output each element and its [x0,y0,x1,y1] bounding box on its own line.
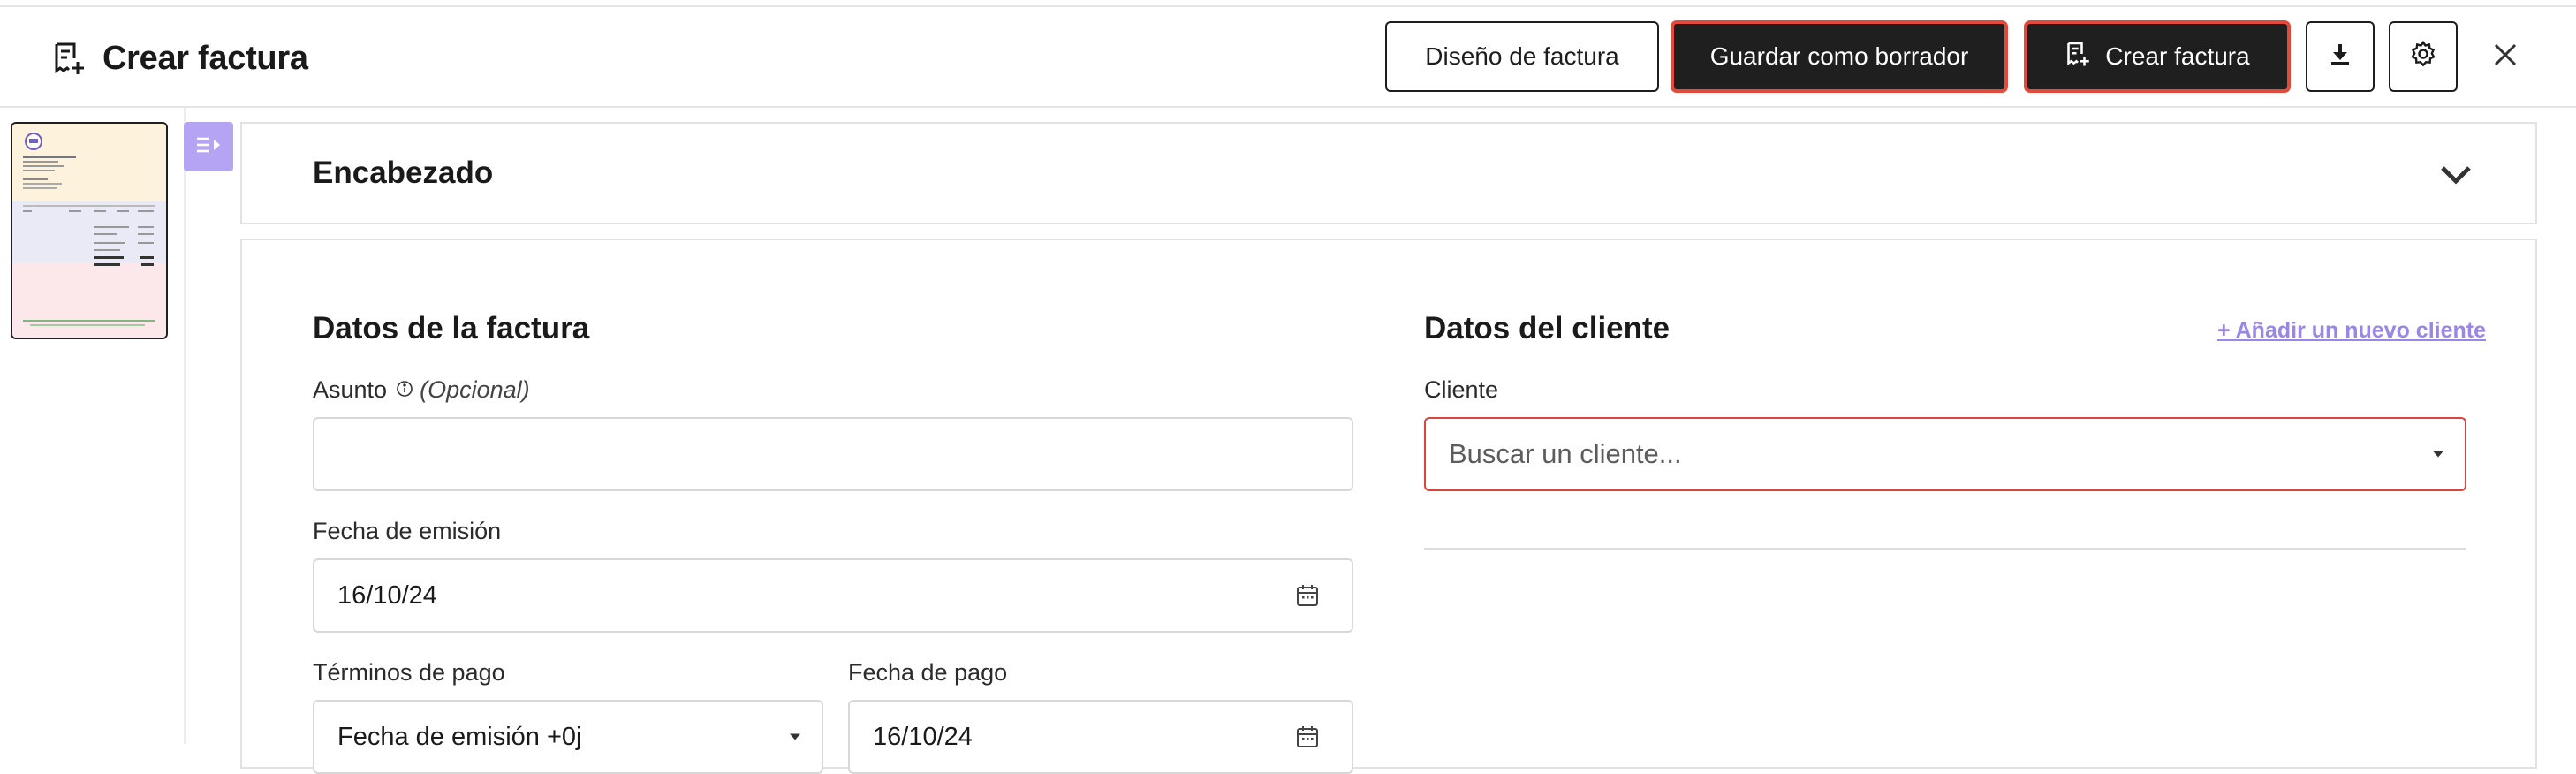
issue-date-label: Fecha de emisión [313,518,502,544]
payment-terms-select[interactable]: Fecha de emisión +0j [313,700,823,774]
client-section-divider [1424,548,2466,550]
app-header: Crear factura Diseño de factura Guardar … [0,9,2576,108]
download-icon [2328,42,2352,72]
payment-date-value: 16/10/24 [873,722,973,751]
sidebar-divider [184,108,186,744]
invoice-preview-graphic [12,124,166,338]
dropdown-caret-icon [790,733,800,740]
invoice-add-icon [51,41,87,76]
subject-input[interactable] [313,417,1353,491]
payment-terms-value: Fecha de emisión +0j [337,722,582,751]
close-icon [2493,42,2518,72]
subject-label: Asunto (Opcional) [313,376,530,404]
collapse-panel-icon [194,134,223,160]
payment-date-label: Fecha de pago [848,659,1008,686]
issue-date-input[interactable]: 16/10/24 [313,558,1353,633]
preview-sidebar [0,108,184,744]
invoice-design-label: Diseño de factura [1425,42,1619,70]
title-group: Crear factura [51,35,308,81]
header-section-title: Encabezado [313,156,494,190]
payment-date-input[interactable]: 16/10/24 [848,700,1353,774]
dropdown-caret-icon [2433,451,2443,458]
invoice-preview-thumbnail[interactable] [11,122,168,339]
chevron-down-icon[interactable] [2438,157,2474,197]
gear-icon [2409,40,2437,74]
settings-button[interactable] [2389,21,2458,92]
calendar-icon[interactable] [1295,725,1320,749]
invoice-design-button[interactable]: Diseño de factura [1385,21,1659,92]
create-invoice-button[interactable]: Crear factura [2025,21,2290,92]
client-label: Cliente [1424,376,1499,403]
add-new-client-link[interactable]: + Añadir un nuevo cliente [2217,318,2486,344]
payment-terms-label: Términos de pago [313,659,505,686]
client-search-placeholder: Buscar un cliente... [1449,438,1682,469]
issue-date-value: 16/10/24 [337,580,437,610]
download-button[interactable] [2306,21,2375,92]
create-invoice-label: Crear factura [2105,42,2250,70]
top-border [0,0,2576,7]
calendar-icon[interactable] [1295,583,1320,608]
client-data-title: Datos del cliente [1424,311,1671,345]
subject-optional-text: (Opcional) [420,376,530,403]
toggle-sidebar-button[interactable] [184,122,233,171]
info-icon [396,376,413,404]
page-title: Crear factura [102,39,308,77]
invoice-data-title: Datos de la factura [313,311,590,345]
invoice-add-icon [2065,41,2091,73]
close-button[interactable] [2484,35,2527,78]
client-search-select[interactable]: Buscar un cliente... [1424,417,2466,491]
save-draft-button[interactable]: Guardar como borrador [1671,21,2007,92]
header-section-panel[interactable]: Encabezado [240,122,2537,224]
subject-label-text: Asunto [313,376,388,403]
invoice-form-panel: Datos de la factura Asunto (Opcional) Fe… [240,239,2537,774]
save-draft-label: Guardar como borrador [1709,42,1969,70]
